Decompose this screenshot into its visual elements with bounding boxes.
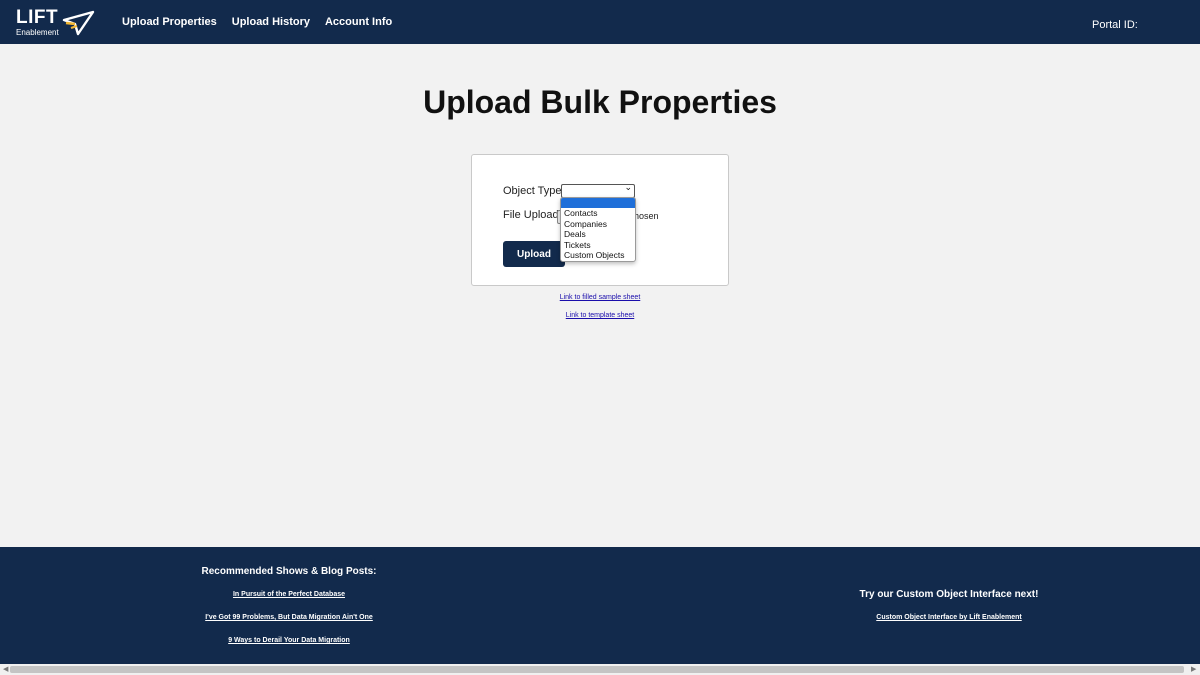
nav-upload-history[interactable]: Upload History bbox=[232, 16, 310, 28]
dropdown-option-contacts[interactable]: Contacts bbox=[561, 208, 635, 218]
lift-enablement-logo[interactable]: LIFT Enablement bbox=[16, 7, 96, 37]
footer-link-derail-migration[interactable]: 9 Ways to Derail Your Data Migration bbox=[0, 637, 578, 644]
logo-subtext: Enablement bbox=[16, 28, 59, 37]
scrollbar-thumb[interactable] bbox=[10, 666, 1184, 673]
footer-custom-object-heading: Try our Custom Object Interface next! bbox=[859, 589, 1039, 600]
footer: Recommended Shows & Blog Posts: In Pursu… bbox=[0, 547, 1200, 664]
footer-link-custom-object-interface[interactable]: Custom Object Interface by Lift Enableme… bbox=[760, 614, 1138, 621]
chevron-down-icon: ⌄ bbox=[624, 182, 632, 192]
footer-link-perfect-database[interactable]: In Pursuit of the Perfect Database bbox=[0, 591, 578, 598]
link-filled-sample-sheet[interactable]: Link to filled sample sheet bbox=[0, 294, 1200, 301]
portal-id-label: Portal ID: bbox=[1092, 19, 1138, 31]
upload-button[interactable]: Upload bbox=[503, 241, 565, 267]
horizontal-scrollbar[interactable]: ◀ ▶ bbox=[0, 664, 1200, 675]
footer-link-99-problems[interactable]: I've Got 99 Problems, But Data Migration… bbox=[0, 614, 578, 621]
logo-text: LIFT bbox=[16, 7, 59, 28]
main-nav: Upload Properties Upload History Account… bbox=[122, 0, 407, 44]
file-upload-label: File Upload: bbox=[503, 209, 562, 221]
dropdown-option-deals[interactable]: Deals bbox=[561, 229, 635, 239]
nav-upload-properties[interactable]: Upload Properties bbox=[122, 16, 217, 28]
object-type-dropdown-list: Contacts Companies Deals Tickets Custom … bbox=[560, 197, 636, 262]
top-navbar: LIFT Enablement Upload Properties Upload… bbox=[0, 0, 1200, 44]
footer-recommended-heading: Recommended Shows & Blog Posts: bbox=[201, 566, 377, 577]
arrow-left-icon[interactable]: ◀ bbox=[3, 665, 8, 673]
nav-account-info[interactable]: Account Info bbox=[325, 16, 392, 28]
dropdown-option-companies[interactable]: Companies bbox=[561, 219, 635, 229]
page-title: Upload Bulk Properties bbox=[423, 84, 777, 120]
object-type-label: Object Type: bbox=[503, 185, 565, 197]
arrow-right-icon[interactable]: ▶ bbox=[1191, 665, 1196, 673]
dropdown-option-tickets[interactable]: Tickets bbox=[561, 240, 635, 250]
dropdown-option-custom-objects[interactable]: Custom Objects bbox=[561, 250, 635, 260]
link-template-sheet[interactable]: Link to template sheet bbox=[0, 312, 1200, 319]
paper-plane-icon bbox=[62, 10, 95, 36]
object-type-select[interactable]: ⌄ bbox=[561, 182, 635, 198]
dropdown-option-empty[interactable] bbox=[561, 198, 635, 209]
